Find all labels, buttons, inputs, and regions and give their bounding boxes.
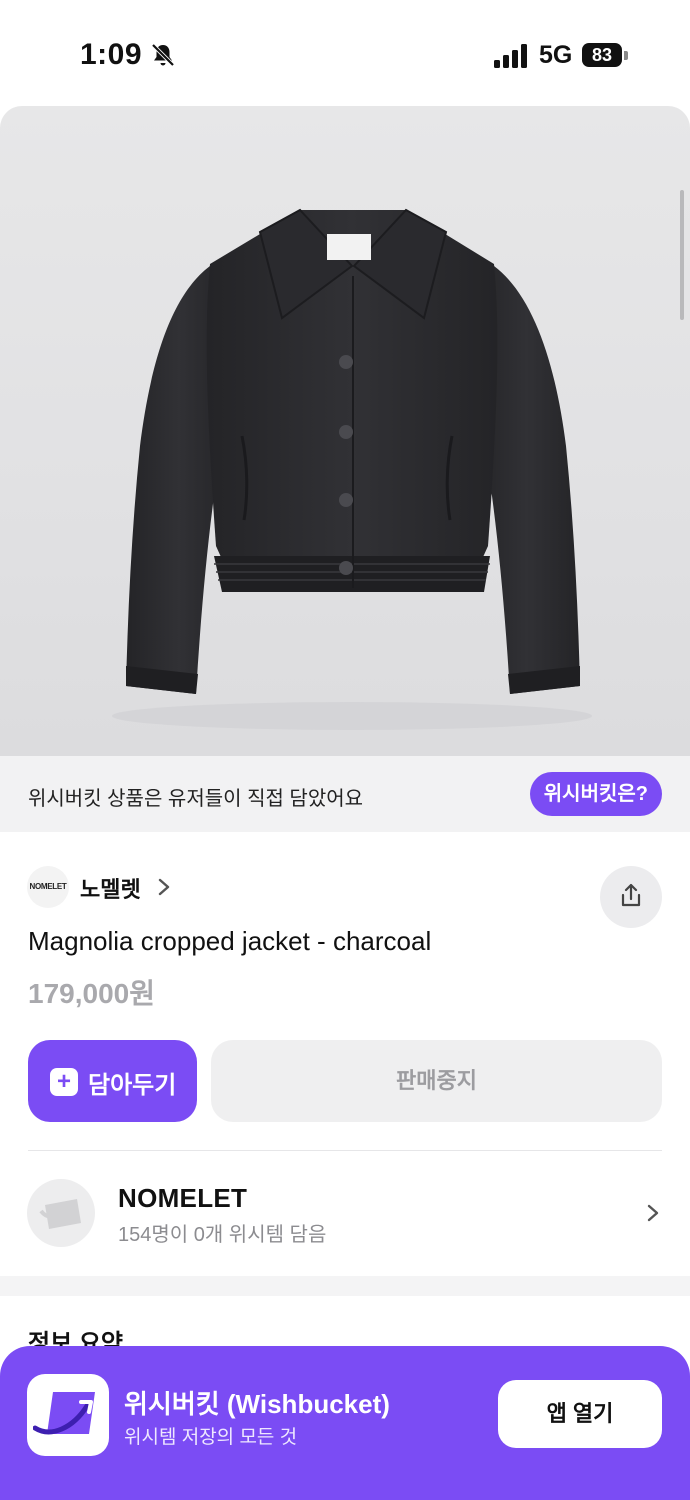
info-banner-text: 위시버킷 상품은 유저들이 직접 담았어요 <box>28 788 364 810</box>
chevron-right-icon[interactable] <box>157 878 171 896</box>
app-tagline: 위시템 저장의 모든 것 <box>124 1427 298 1448</box>
sale-stopped-button[interactable]: 판매중지 <box>211 1040 662 1122</box>
status-bar: 1:09 5G 83 <box>0 0 690 106</box>
signal-icon <box>494 44 527 68</box>
app-logo-icon <box>33 1392 95 1435</box>
app-name: 위시버킷 (Wishbucket) <box>124 1389 390 1419</box>
product-price: 179,000원 <box>28 978 155 1009</box>
share-icon <box>621 883 641 907</box>
product-image[interactable] <box>0 106 690 756</box>
product-title: Magnolia cropped jacket - charcoal <box>28 926 432 956</box>
bell-slash-icon <box>151 43 175 67</box>
brand-logo[interactable]: NOMELET <box>27 866 69 908</box>
info-banner: 위시버킷 상품은 유저들이 직접 담았어요 위시버킷은? <box>0 756 690 832</box>
jacket-illustration <box>112 208 592 730</box>
network-label: 5G <box>539 41 573 69</box>
section-separator <box>0 1276 690 1296</box>
status-time: 1:09 <box>80 38 143 71</box>
battery-icon: 83 <box>582 43 622 67</box>
store-avatar[interactable] <box>27 1179 95 1247</box>
share-button[interactable] <box>600 866 662 928</box>
save-to-wishlist-button[interactable]: + 담아두기 <box>28 1040 197 1122</box>
chevron-right-icon[interactable] <box>646 1203 660 1223</box>
brand-name[interactable]: 노멜렛 <box>80 872 141 904</box>
app-icon <box>27 1374 109 1456</box>
save-label: 담아두기 <box>88 1072 177 1099</box>
store-stats: 154명이 0개 위시템 담음 <box>118 1224 327 1246</box>
plus-icon: + <box>50 1068 78 1096</box>
divider <box>28 1150 662 1151</box>
app-promo-banner: 위시버킷 (Wishbucket) 위시템 저장의 모든 것 앱 열기 <box>0 1346 690 1500</box>
store-name[interactable]: NOMELET <box>118 1183 247 1214</box>
what-is-wishbucket-button[interactable]: 위시버킷은? <box>529 772 662 816</box>
scroll-indicator <box>680 190 684 320</box>
battery-tip <box>624 51 628 60</box>
open-app-button[interactable]: 앱 열기 <box>498 1380 662 1448</box>
store-icon <box>39 1199 81 1229</box>
